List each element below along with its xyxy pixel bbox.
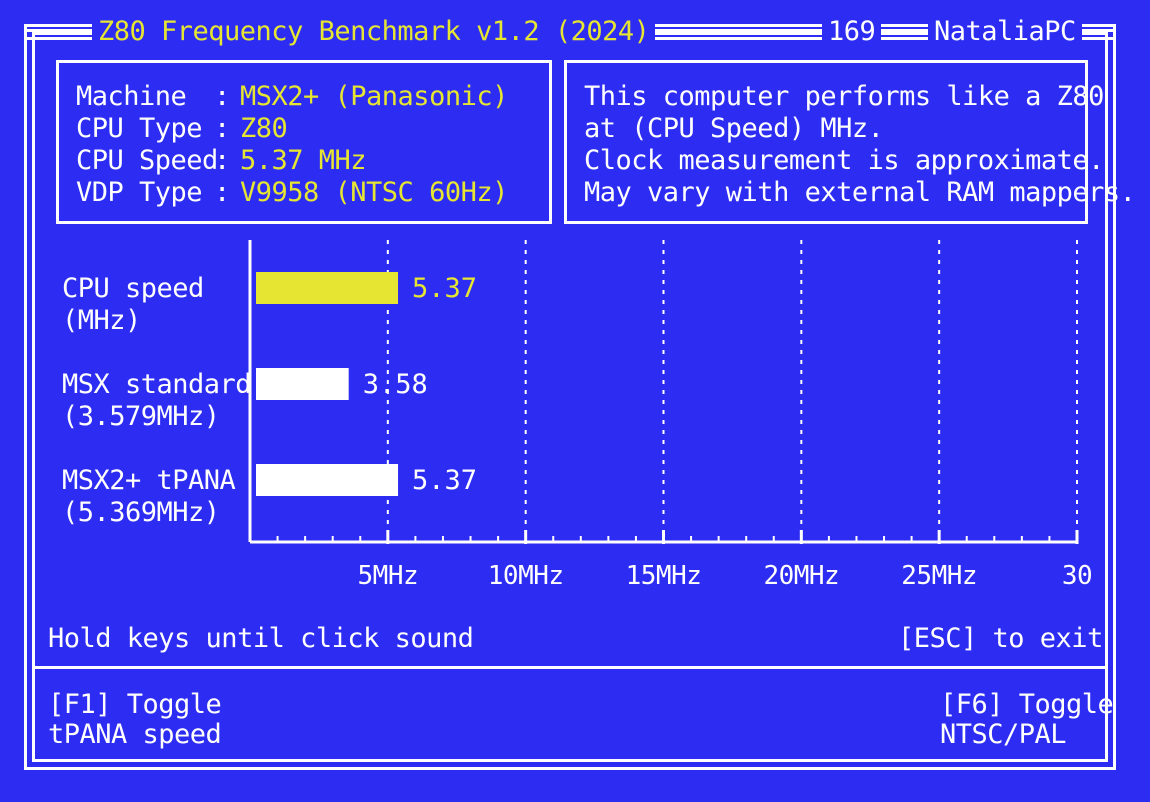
category-sublabel: (MHz) [62,305,141,336]
x-tick-label: 20MHz [763,561,840,591]
footer-divider [32,666,1108,669]
f1-toggle-desc: tPANA speed [48,719,222,750]
category-sublabel: (5.369MHz) [62,497,220,528]
category-label: MSX standard [62,369,252,400]
f6-toggle-hint[interactable]: [F6] Toggle [940,689,1114,721]
x-tick-label: 5MHz [357,561,419,591]
bar-value-label: 5.37 [412,273,478,304]
category-sublabel: (3.579MHz) [62,401,220,432]
hold-keys-hint: Hold keys until click sound [48,623,474,654]
esc-exit-hint[interactable]: [ESC] to exit [898,623,1103,655]
bar [256,368,349,400]
category-label: MSX2+ tPANA [62,465,236,496]
bar [256,464,399,496]
category-label: CPU speed [62,273,204,304]
f1-toggle-hint[interactable]: [F1] Toggle [48,689,222,721]
x-tick-label: 15MHz [625,561,702,591]
bar [256,272,399,304]
x-tick-label: 25MHz [901,561,978,591]
f6-toggle-desc: NTSC/PAL [940,719,1067,750]
msx-screen: Z80 Frequency Benchmark v1.2 (2024) 169 … [0,0,1150,802]
x-tick-label: 30 [1061,561,1093,591]
x-tick-label: 10MHz [487,561,564,591]
bar-value-label: 5.37 [412,465,478,496]
bar-value-label: 3.58 [362,369,428,400]
